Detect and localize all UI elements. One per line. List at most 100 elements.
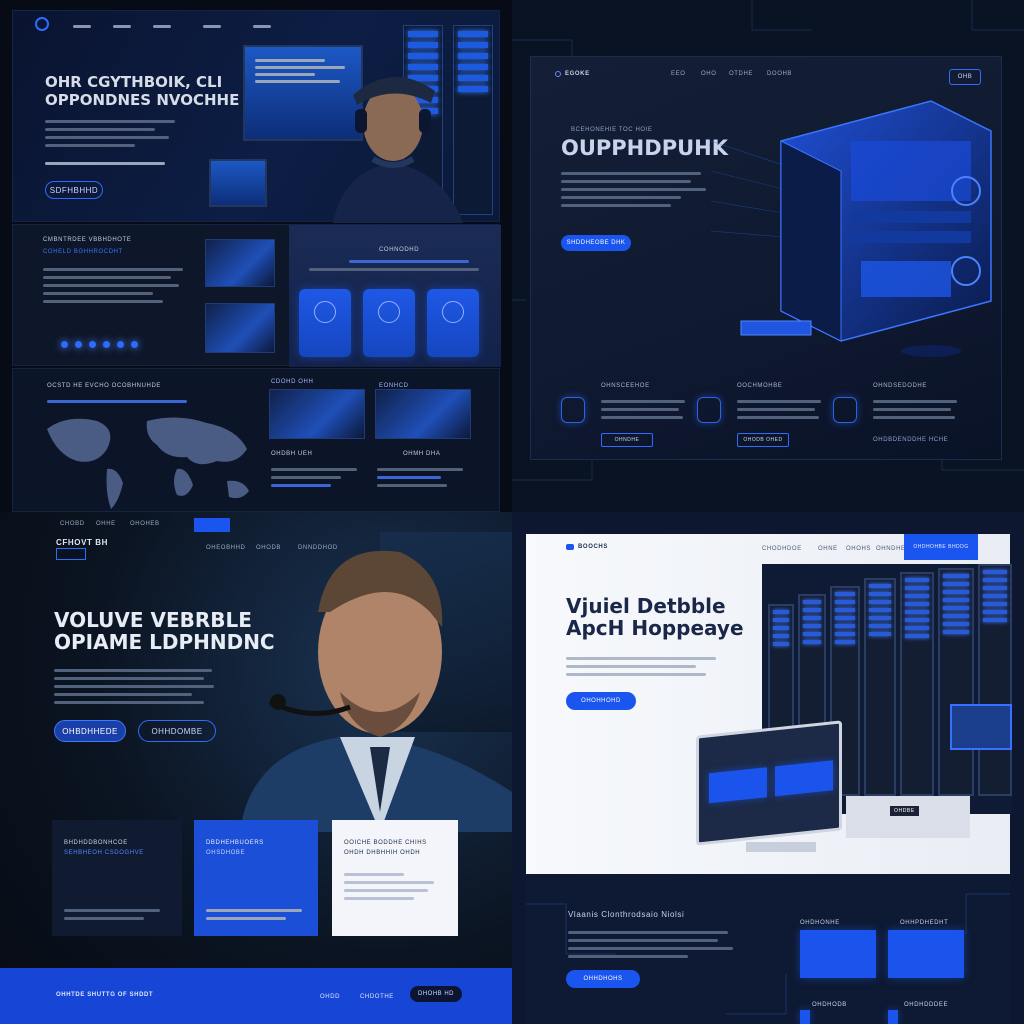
- features-panel: COHNODHD: [289, 225, 501, 367]
- section-paragraph: [568, 926, 738, 963]
- nav-item[interactable]: OHNE: [818, 546, 838, 552]
- feature-card[interactable]: [363, 289, 415, 357]
- logo-icon[interactable]: [555, 71, 561, 77]
- footer-link[interactable]: CHDOTHE: [360, 994, 394, 1000]
- hero-paragraph: [54, 664, 214, 709]
- footer-bar: OHHTDE SHUTTG OF SHDDT OHDD CHDOTHE DHOH…: [0, 968, 512, 1024]
- footer-button[interactable]: DHOHB HD: [410, 986, 462, 1002]
- monitor-stand: [746, 842, 816, 852]
- secondary-button[interactable]: OHHDOMBE: [138, 720, 216, 742]
- panel-text: [377, 463, 467, 492]
- hero-paragraph: [566, 652, 726, 681]
- operator-portrait-image: [333, 76, 463, 223]
- nav-item[interactable]: [253, 25, 271, 28]
- footer-text: OHHTDE SHUTTG OF SHDDT: [56, 992, 154, 998]
- hero-subline: [45, 157, 165, 170]
- shield-icon: [697, 397, 721, 423]
- feature-title: OOCHMOHBE: [737, 383, 783, 389]
- footer-link[interactable]: OHDD: [320, 994, 340, 1000]
- card-title: OHDHODB: [812, 1002, 847, 1008]
- nav-button[interactable]: OHDHOHBE BHDDG: [904, 534, 978, 560]
- card-text: [206, 904, 306, 925]
- card-title: OHDHDDDEE: [904, 1002, 949, 1008]
- section-title: Vlaanis Clonthrodsaio Niolsi: [568, 910, 685, 919]
- info-card[interactable]: DBDHEHBUOERS OHSDHOBE: [194, 820, 318, 936]
- feature-text: [873, 395, 963, 424]
- carousel-dot[interactable]: [89, 341, 96, 348]
- service-card-edge: [800, 1010, 810, 1024]
- hero-cta-button[interactable]: SDFHBHHD: [45, 181, 103, 199]
- card-title: BHDHDDBONHCOE: [64, 840, 128, 846]
- nav-item[interactable]: [153, 25, 171, 28]
- nav-item[interactable]: CHOBD: [60, 521, 85, 527]
- nav-item[interactable]: OHO: [701, 71, 716, 77]
- support-agent-portrait-image: [240, 550, 512, 832]
- nav-item[interactable]: OHOHS: [846, 546, 871, 552]
- card-subtitle: OHDH DHBHHIH OHDH: [344, 850, 421, 856]
- nav-item[interactable]: CHODHDOE: [762, 546, 802, 552]
- nav-item[interactable]: OHNDHE: [876, 546, 906, 552]
- hero-title-line-2: ApcH Hoppeaye: [566, 616, 744, 640]
- carousel-dot[interactable]: [61, 341, 68, 348]
- primary-button[interactable]: OHBDHHEDE: [54, 720, 126, 742]
- nav-item[interactable]: [203, 25, 221, 28]
- panel-image[interactable]: [269, 389, 365, 439]
- logo-icon[interactable]: [566, 544, 574, 550]
- panel-image[interactable]: [375, 389, 471, 439]
- nav-item[interactable]: [73, 25, 91, 28]
- card-subtitle: OHSDHOBE: [206, 850, 246, 856]
- feature-button[interactable]: OHODB OHED: [737, 433, 789, 447]
- nav-item[interactable]: OHOHEB: [130, 521, 160, 527]
- hero-title-line-1: Vjuiel Detbble: [566, 594, 726, 618]
- service-card[interactable]: [800, 930, 876, 978]
- logo-text: CFHOVT BH: [56, 538, 109, 547]
- feature-title: OHNDSEDODHE: [873, 383, 927, 389]
- card-title: OHHPDHEDHT: [900, 920, 949, 926]
- carousel-dot[interactable]: [131, 341, 138, 348]
- hero-title: OUPPHDPUHK: [561, 136, 728, 160]
- card-title: OOICHE BODDHE CHIHS: [344, 840, 427, 846]
- card-text: [344, 868, 444, 905]
- panel-label: OHDBH UEH: [271, 451, 313, 457]
- hero-kicker: BCEHONEHIE TOC HOIE: [571, 127, 653, 133]
- nav-active-tab[interactable]: [194, 518, 230, 532]
- feature-text: [737, 395, 827, 424]
- service-card-edge: [888, 1010, 898, 1024]
- nav-item[interactable]: DOOHB: [767, 71, 792, 77]
- section-subtitle: COHELD BGHHROCDHT: [43, 249, 123, 255]
- feature-card[interactable]: [299, 289, 351, 357]
- world-map-image: [47, 417, 249, 509]
- section-button[interactable]: OHHDHOHS: [566, 970, 640, 988]
- features-section: CMBNTRDEE VBBHDHOTE COHELD BGHHROCDHT CO…: [12, 224, 501, 367]
- logo-text: BOOCHS: [578, 544, 608, 550]
- collage: OHR CGYTHBOIK, CLI OPPONDNES NVOCHHE SDF…: [0, 0, 1024, 1024]
- landing-board: EGOKE EEO OHO OTDHE DOOHB OHB BCEHONEHIE…: [530, 56, 1002, 460]
- hero-cta-button[interactable]: SHDDHEOBE DHK: [561, 235, 631, 251]
- carousel-dot[interactable]: [75, 341, 82, 348]
- carousel-dot[interactable]: [117, 341, 124, 348]
- info-card[interactable]: OOICHE BODDHE CHIHS OHDH DHBHHIH OHDH: [332, 820, 458, 936]
- carousel-dot[interactable]: [103, 341, 110, 348]
- nav-item[interactable]: EEO: [671, 71, 685, 77]
- info-card[interactable]: BHDHDDBONHCOE SEHBHEOH CSDOGHVE: [52, 820, 182, 936]
- hero-title-line-1: OHR CGYTHBOIK, CLI: [45, 73, 223, 91]
- mockup-bottom-right: BOOCHS CHODHDOE OHNE OHOHS OHNDHE OHDHOH…: [512, 512, 1024, 1024]
- thumbnail-image[interactable]: [205, 239, 275, 287]
- logo-icon[interactable]: [35, 17, 49, 31]
- service-card[interactable]: [888, 930, 964, 978]
- nav-item[interactable]: [113, 25, 131, 28]
- feature-link[interactable]: OHDBDENDDHE HCHE: [873, 437, 948, 443]
- nav-item[interactable]: OTDHE: [729, 71, 753, 77]
- screen-label: OHDBE: [890, 806, 919, 816]
- feature-button[interactable]: OHNDHE: [601, 433, 653, 447]
- logo-text: EGOKE: [565, 71, 590, 77]
- hero-cta-button[interactable]: OHOHHOHD: [566, 692, 636, 710]
- monitor-mockup: [696, 720, 842, 846]
- panel-label: OHMH DHA: [403, 451, 441, 457]
- thumbnail-image[interactable]: [205, 303, 275, 353]
- feature-card[interactable]: [427, 289, 479, 357]
- wall-display: [950, 704, 1012, 750]
- mockup-top-left: OHR CGYTHBOIK, CLI OPPONDNES NVOCHHE SDF…: [0, 0, 512, 512]
- nav-item[interactable]: OHHE: [96, 521, 116, 527]
- desk-unit: OHDBE: [846, 796, 970, 838]
